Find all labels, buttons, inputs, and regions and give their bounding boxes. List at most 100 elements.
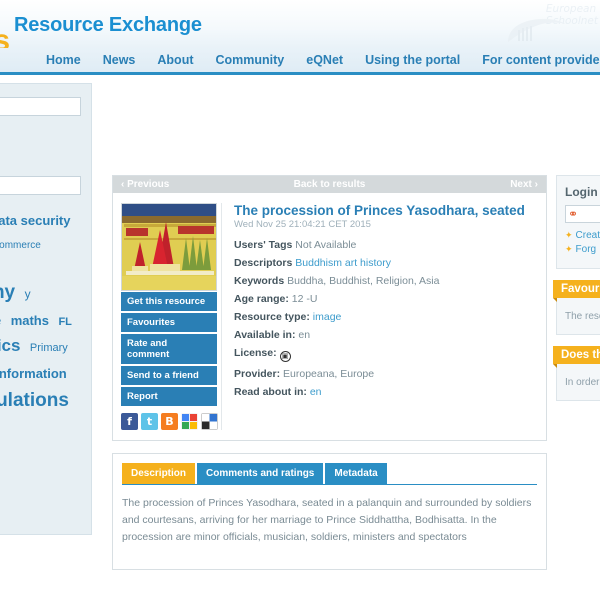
twitter-icon[interactable]: t [141, 413, 158, 430]
meta-label: Users' Tags [234, 239, 293, 251]
tag-item[interactable]: Data security [0, 213, 71, 228]
login-panel: Login ⚭ ✦ Creat ✦ Forg [556, 175, 600, 269]
delicious-icon[interactable] [201, 413, 218, 430]
meta-row-users-tags: Users' Tags Not Available [234, 239, 538, 251]
esn-swoosh-icon [508, 18, 566, 42]
tab-bar: Description Comments and ratings Metadat… [122, 463, 537, 485]
resource-details: The procession of Princes Yasodhara, sea… [221, 203, 538, 430]
create-account-link[interactable]: ✦ Creat [565, 230, 600, 241]
search-input[interactable] [0, 96, 81, 116]
right-sidebar: Login ⚭ ✦Creat ✦Forg Favourit The resou … [553, 175, 600, 412]
delicious-glyph [202, 414, 217, 429]
meta-value: Buddha, Buddhist, Religion, Asia [287, 275, 440, 287]
nav-item-about[interactable]: About [157, 53, 193, 67]
tag-item[interactable]: Primary [30, 342, 68, 354]
tag-item[interactable]: sics [0, 336, 20, 355]
does-this-panel: Does th In order to [553, 346, 600, 401]
resource-date: Wed Nov 25 21:04:21 CET 2015 [234, 219, 371, 230]
meta-value: Not Available [295, 239, 357, 251]
nav-list: Home News About Community eQNet Using th… [0, 48, 600, 72]
description-panel: Description Comments and ratings Metadat… [112, 453, 547, 570]
search-submit-row: GO [0, 134, 81, 149]
favourites-body: The resou user. [565, 311, 600, 322]
nav-item-for-content-providers[interactable]: For content providers [482, 53, 600, 67]
meta-row-keywords: Keywords Buddha, Buddhist, Religion, Asi… [234, 275, 538, 287]
favourites-button[interactable]: Favourites [121, 313, 217, 333]
meta-row-descriptors: Descriptors Buddhism art history [234, 257, 538, 269]
filter-input[interactable] [0, 176, 81, 195]
meta-value[interactable]: image [313, 311, 342, 323]
key-icon: ⚭ [568, 207, 579, 221]
next-link[interactable]: Next › [510, 179, 538, 190]
report-button[interactable]: Report [121, 387, 217, 407]
meta-label: Descriptors [234, 257, 293, 269]
page-body: GO ources Copyright Data security izens … [0, 75, 600, 600]
resource-thumbnail[interactable] [121, 203, 217, 291]
meta-value[interactable]: en [310, 386, 322, 398]
get-this-resource-button[interactable]: Get this resource [121, 292, 217, 312]
tag-item[interactable]: al information [0, 366, 67, 381]
forgot-password-link[interactable]: ✦ Forg [565, 244, 600, 255]
tag-item[interactable]: y [25, 287, 31, 301]
meta-row-age-range: Age range: 12 -U [234, 293, 538, 305]
tag-item[interactable]: e [0, 313, 1, 328]
does-this-body: In order to [565, 377, 600, 388]
meta-row-available-in: Available in: en [234, 329, 538, 341]
meta-label: Available in: [234, 329, 296, 341]
site-header: ls Resource Exchange European Schoolnet [0, 0, 600, 48]
login-username-input[interactable]: ⚭ [565, 205, 600, 223]
nav-item-home[interactable]: Home [46, 53, 81, 67]
send-to-a-friend-button[interactable]: Send to a friend [121, 366, 217, 386]
european-schoolnet-logo: European Schoolnet [482, 2, 598, 44]
tag-cloud[interactable]: Copyright Data security izens y e-commer… [0, 209, 81, 438]
main-content: ‹ Previous Back to results Next › Get th… [112, 175, 547, 570]
favourites-panel: Favourit The resou user. [553, 280, 600, 335]
nav-item-community[interactable]: Community [216, 53, 285, 67]
meta-label: Read about in: [234, 386, 307, 398]
meta-label: License: [234, 347, 277, 359]
site-logo-mark[interactable]: ls [0, 26, 10, 49]
google-buzz-icon[interactable] [181, 413, 198, 430]
blogger-icon[interactable]: B [161, 413, 178, 430]
meta-row-resource-type: Resource type: image [234, 311, 538, 323]
nav-item-using-the-portal[interactable]: Using the portal [365, 53, 460, 67]
resource-title[interactable]: The procession of Princes Yasodhara, sea… [234, 203, 538, 218]
social-share-row: f t B [121, 413, 221, 430]
esn-logo-line1: European [545, 3, 597, 15]
site-title[interactable]: Resource Exchange [14, 14, 202, 37]
tab-comments-and-ratings[interactable]: Comments and ratings [197, 463, 324, 484]
forgot-password-label: Forg [575, 244, 597, 255]
meta-row-provider: Provider: Europeana, Europe [234, 368, 538, 380]
google-buzz-glyph [182, 414, 197, 429]
main-navigation[interactable]: Home News About Community eQNet Using th… [0, 48, 600, 75]
tag-item[interactable]: geography [0, 282, 15, 303]
resource-left-column: Get this resource Favourites Rate and co… [121, 203, 221, 430]
does-this-heading: Does th [553, 346, 600, 368]
star-icon: ✦ [565, 244, 573, 254]
meta-label: Keywords [234, 275, 285, 287]
description-text: The procession of Princes Yasodhara, sea… [122, 497, 532, 543]
creative-commons-icon[interactable]: ▣ [279, 351, 291, 362]
resource-panel: ‹ Previous Back to results Next › Get th… [112, 175, 547, 441]
login-heading: Login [565, 185, 598, 199]
tag-item[interactable]: maths [11, 313, 49, 328]
tag-item[interactable]: e-commerce [0, 240, 41, 251]
left-sidebar: GO ources Copyright Data security izens … [0, 83, 92, 535]
tab-metadata[interactable]: Metadata [325, 463, 387, 484]
back-to-results-link[interactable]: Back to results [113, 179, 546, 190]
nav-item-eqnet[interactable]: eQNet [306, 53, 343, 67]
rate-and-comment-button[interactable]: Rate and comment [121, 334, 217, 365]
nav-item-news[interactable]: News [103, 53, 136, 67]
thumbnail-artwork [122, 204, 216, 290]
meta-value: en [298, 329, 311, 341]
meta-row-license: License: ▣ [234, 347, 538, 362]
create-account-label: Creat [575, 230, 600, 241]
tag-item[interactable]: ulations [0, 390, 69, 411]
meta-value: 12 -U [291, 293, 318, 305]
tab-description[interactable]: Description [122, 463, 196, 484]
star-icon: ✦ [565, 230, 573, 240]
facebook-icon[interactable]: f [121, 413, 138, 430]
meta-label: Age range: [234, 293, 289, 305]
meta-value[interactable]: Buddhism art history [295, 257, 391, 269]
